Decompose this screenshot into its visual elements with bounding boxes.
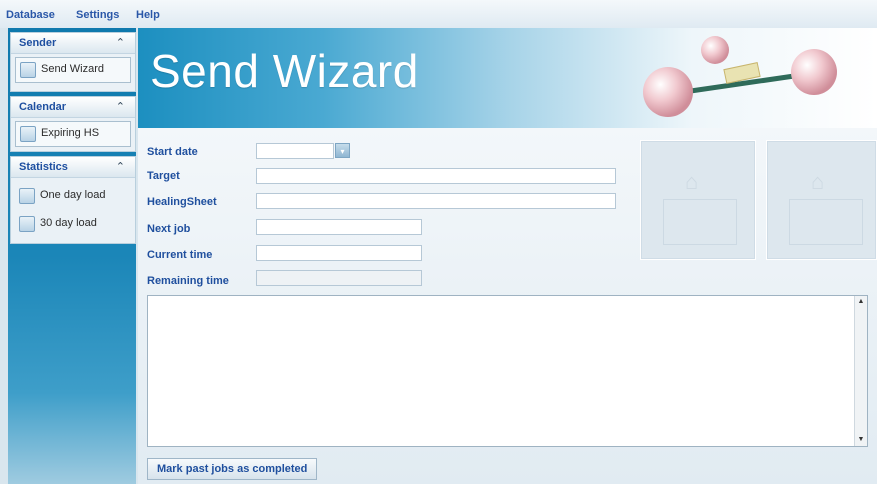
sidebar-group-statistics: Statistics ⌃ One day load 30 day load — [10, 156, 136, 244]
copy-icon — [20, 126, 36, 142]
sidebar-group-sender: Sender ⌃ Send Wizard — [10, 32, 136, 92]
screen-icon — [19, 216, 35, 232]
remaining-time-label: Remaining time — [147, 275, 229, 287]
sidebar-item-label: 30 day load — [40, 217, 97, 229]
sidebar-group-header-calendar[interactable]: Calendar ⌃ — [11, 97, 135, 118]
start-date-input[interactable] — [256, 143, 334, 159]
menu-database[interactable]: Database — [6, 9, 55, 21]
scroll-down-icon[interactable]: ▼ — [855, 434, 867, 446]
mark-past-jobs-button[interactable]: Mark past jobs as completed — [147, 458, 318, 480]
scroll-up-icon[interactable]: ▲ — [855, 296, 867, 308]
sidebar-item-send-wizard[interactable]: Send Wizard — [15, 57, 131, 83]
sidebar-item-label: Expiring HS — [41, 127, 100, 139]
vertical-scrollbar[interactable]: ▲ ▼ — [854, 296, 867, 446]
target-label: Target — [147, 170, 180, 182]
placeholder-frame — [663, 199, 737, 245]
content-area: Start date ▾ Target HealingSheet Next jo… — [138, 128, 877, 484]
sidebar-group-header-statistics[interactable]: Statistics ⌃ — [11, 157, 135, 178]
palm-tree-icon: ⌂ — [811, 169, 825, 194]
main-panel: Send Wizard Start date ▾ Target HealingS… — [138, 28, 877, 484]
sidebar-group-title: Statistics — [19, 161, 68, 173]
palm-tree-icon: ⌂ — [685, 169, 699, 194]
sidebar-item-30-day-load[interactable]: 30 day load — [15, 212, 131, 236]
collapse-icon[interactable]: ⌃ — [116, 160, 125, 173]
sidebar-item-label: Send Wizard — [41, 63, 104, 75]
banner: Send Wizard — [138, 28, 877, 128]
sidebar-item-one-day-load[interactable]: One day load — [15, 184, 131, 208]
sidebar-item-expiring-hs[interactable]: Expiring HS — [15, 121, 131, 147]
target-input[interactable] — [256, 168, 616, 184]
page-title: Send Wizard — [150, 45, 419, 97]
log-textarea[interactable]: ▲ ▼ — [147, 295, 868, 447]
screen-icon — [19, 188, 35, 204]
sidebar-group-calendar: Calendar ⌃ Expiring HS — [10, 96, 136, 152]
healing-sheet-label: HealingSheet — [147, 196, 217, 208]
sidebar: Sender ⌃ Send Wizard Calendar ⌃ Expiring… — [8, 28, 136, 484]
collapse-icon[interactable]: ⌃ — [116, 36, 125, 49]
next-job-label: Next job — [147, 223, 191, 235]
healing-sheet-input[interactable] — [256, 193, 616, 209]
sidebar-group-title: Sender — [19, 37, 57, 49]
menu-bar: Database Settings Help — [0, 0, 877, 28]
current-time-label: Current time — [147, 249, 213, 261]
start-date-label: Start date — [147, 146, 198, 158]
next-job-input[interactable] — [256, 219, 422, 235]
menu-settings[interactable]: Settings — [76, 9, 119, 21]
image-placeholder: ⌂ — [766, 140, 877, 260]
current-time-input[interactable] — [256, 245, 422, 261]
sidebar-item-label: One day load — [40, 189, 106, 201]
sidebar-group-header-sender[interactable]: Sender ⌃ — [11, 33, 135, 54]
placeholder-frame — [789, 199, 863, 245]
menu-help[interactable]: Help — [136, 9, 160, 21]
image-placeholder: ⌂ — [640, 140, 756, 260]
molecule-logo-icon — [643, 36, 837, 117]
remaining-time-field — [256, 270, 422, 286]
calendar-picker-icon[interactable]: ▾ — [335, 143, 350, 158]
collapse-icon[interactable]: ⌃ — [116, 100, 125, 113]
document-icon — [20, 62, 36, 78]
sidebar-group-title: Calendar — [19, 101, 67, 113]
